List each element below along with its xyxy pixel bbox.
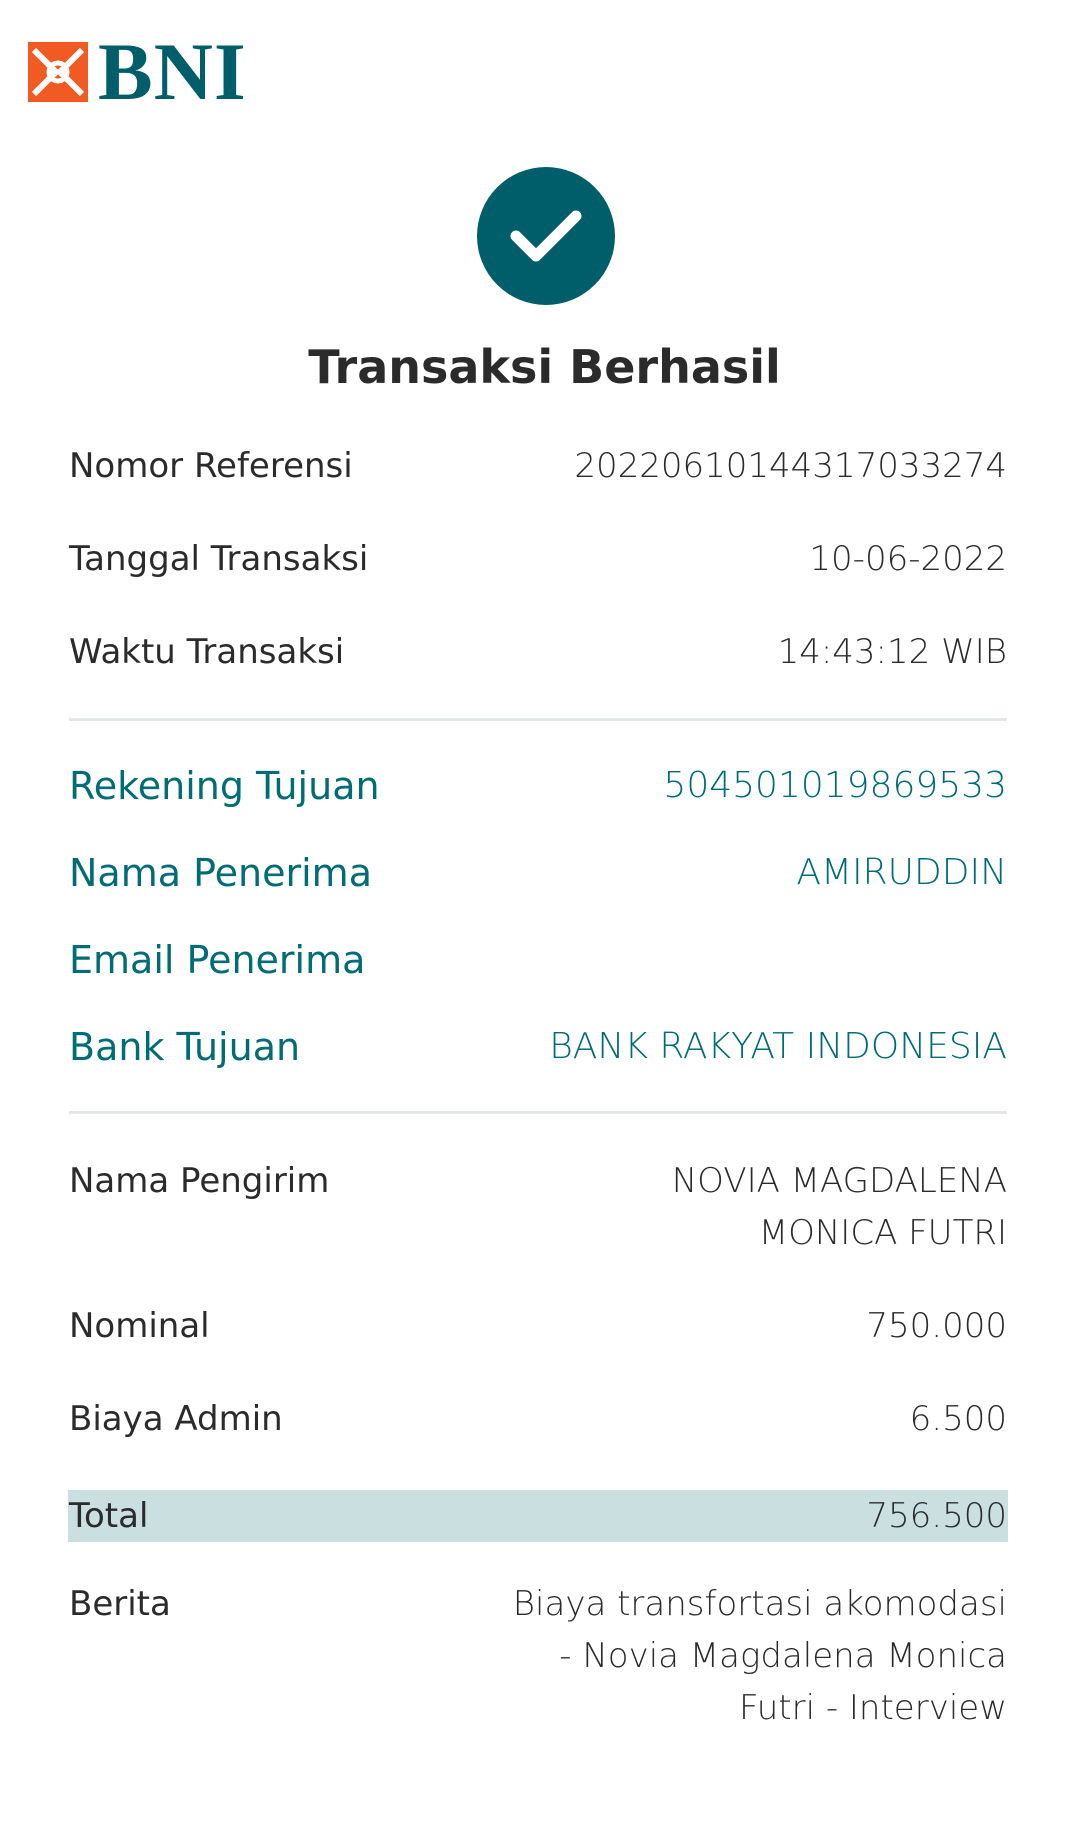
bank-value: BANK RAKYAT INDONESIA (549, 1026, 1007, 1067)
bni-logo: BNI (28, 26, 247, 117)
note-row: Berita Biaya transfortasi akomodasi - No… (69, 1578, 1007, 1734)
date-value: 10-06-2022 (809, 539, 1007, 579)
account-value: 504501019869533 (663, 765, 1007, 806)
bni-logo-mark-icon (28, 42, 88, 102)
amount-row: Nominal 750.000 (69, 1300, 1007, 1352)
amount-label: Nominal (69, 1306, 210, 1346)
success-checkmark-icon (477, 167, 615, 305)
note-line: - Novia Magdalena Monica (559, 1636, 1007, 1676)
note-line: Biaya transfortasi akomodasi (512, 1584, 1007, 1624)
reference-value: 20220610144317033274 (574, 446, 1007, 486)
date-row: Tanggal Transaksi 10-06-2022 (69, 533, 1007, 585)
checkmark-icon (510, 210, 582, 262)
total-value: 756.500 (866, 1496, 1007, 1536)
fee-value: 6.500 (909, 1399, 1007, 1439)
bni-logo-text: BNI (98, 26, 247, 117)
divider (69, 718, 1007, 721)
total-row: Total 756.500 (69, 1490, 1007, 1542)
account-row: Rekening Tujuan 504501019869533 (69, 760, 1007, 812)
fee-label: Biaya Admin (69, 1399, 283, 1439)
sender-value: NOVIA MAGDALENA MONICA FUTRI (672, 1155, 1007, 1259)
note-line: Futri - Interview (739, 1688, 1007, 1728)
time-value: 14:43:12 WIB (777, 632, 1007, 672)
recipient-email-label: Email Penerima (69, 938, 366, 982)
amount-value: 750.000 (866, 1306, 1007, 1346)
reference-label: Nomor Referensi (69, 446, 353, 486)
recipient-name-value: AMIRUDDIN (796, 852, 1007, 893)
time-row: Waktu Transaksi 14:43:12 WIB (69, 626, 1007, 678)
reference-row: Nomor Referensi 20220610144317033274 (69, 440, 1007, 492)
note-value: Biaya transfortasi akomodasi - Novia Mag… (513, 1578, 1007, 1734)
recipient-name-row: Nama Penerima AMIRUDDIN (69, 847, 1007, 899)
sender-row: Nama Pengirim NOVIA MAGDALENA MONICA FUT… (69, 1155, 1007, 1259)
recipient-email-row: Email Penerima (69, 934, 1007, 986)
sender-label: Nama Pengirim (69, 1161, 330, 1201)
divider (69, 1111, 1007, 1114)
bank-label: Bank Tujuan (69, 1025, 301, 1069)
fee-row: Biaya Admin 6.500 (69, 1393, 1007, 1445)
bank-row: Bank Tujuan BANK RAKYAT INDONESIA (69, 1021, 1007, 1073)
sender-value-line: MONICA FUTRI (758, 1213, 1007, 1253)
recipient-name-label: Nama Penerima (69, 851, 372, 895)
time-label: Waktu Transaksi (69, 632, 345, 672)
account-label: Rekening Tujuan (69, 764, 380, 808)
page-title: Transaksi Berhasil (308, 340, 781, 394)
total-label: Total (69, 1496, 149, 1536)
date-label: Tanggal Transaksi (69, 539, 369, 579)
sender-value-line: NOVIA MAGDALENA (671, 1161, 1007, 1201)
note-label: Berita (69, 1584, 171, 1624)
